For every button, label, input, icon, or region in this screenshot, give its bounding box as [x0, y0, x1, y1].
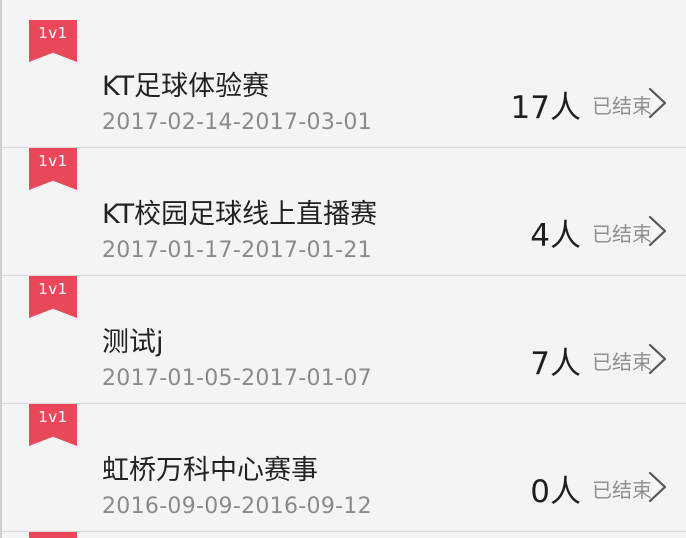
ribbon-badge-icon: 1v1 — [29, 148, 77, 190]
chevron-right-icon[interactable] — [646, 342, 670, 376]
ribbon-badge-icon — [29, 532, 77, 538]
chevron-right-icon[interactable] — [646, 214, 670, 248]
badge-label: 1v1 — [38, 24, 68, 42]
event-title: 测试j — [102, 327, 164, 358]
chevron-right-icon[interactable] — [646, 86, 670, 120]
badge-label: 1v1 — [38, 152, 68, 170]
participant-count: 4人 — [530, 218, 581, 254]
event-dates: 2017-01-17-2017-01-21 — [102, 238, 372, 263]
event-row[interactable]: 1v1 测试j 2017-01-05-2017-01-07 7人 已结束 — [2, 276, 686, 404]
event-row[interactable]: 1v1 虹桥万科中心赛事 2016-09-09-2016-09-12 0人 已结… — [2, 404, 686, 532]
participant-count: 7人 — [530, 346, 581, 382]
badge-label: 1v1 — [38, 408, 68, 426]
ribbon-badge-icon: 1v1 — [29, 276, 77, 318]
badge-label: 1v1 — [38, 280, 68, 298]
ribbon-badge-icon: 1v1 — [29, 20, 77, 62]
event-title: KT足球体验赛 — [102, 71, 270, 102]
status-label: 已结束 — [592, 222, 652, 246]
event-list: 1v1 KT足球体验赛 2017-02-14-2017-03-01 17人 已结… — [0, 0, 686, 538]
ribbon-badge-icon: 1v1 — [29, 404, 77, 446]
event-title: KT校园足球线上直播赛 — [102, 199, 378, 230]
event-dates: 2016-09-09-2016-09-12 — [102, 494, 372, 519]
event-title: 虹桥万科中心赛事 — [102, 455, 318, 486]
status-label: 已结束 — [592, 350, 652, 374]
event-dates: 2017-01-05-2017-01-07 — [102, 366, 372, 391]
participant-count: 0人 — [530, 474, 581, 510]
participant-count: 17人 — [510, 90, 581, 126]
event-dates: 2017-02-14-2017-03-01 — [102, 110, 372, 135]
chevron-right-icon[interactable] — [646, 470, 670, 504]
event-row[interactable]: 1v1 KT校园足球线上直播赛 2017-01-17-2017-01-21 4人… — [2, 148, 686, 276]
status-label: 已结束 — [592, 478, 652, 502]
event-row[interactable]: 1v1 KT足球体验赛 2017-02-14-2017-03-01 17人 已结… — [2, 20, 686, 148]
status-label: 已结束 — [592, 94, 652, 118]
